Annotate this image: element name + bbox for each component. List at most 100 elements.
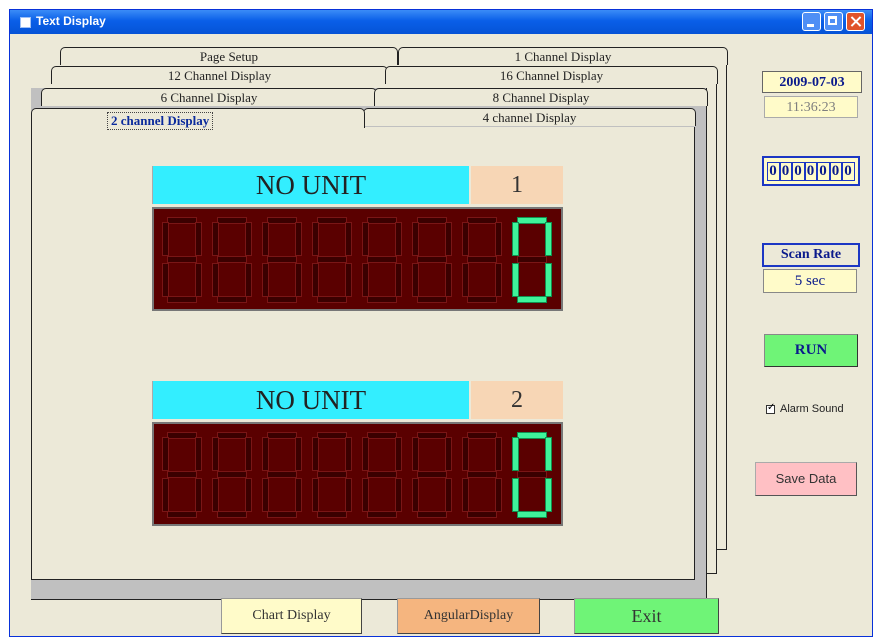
led-segment [495, 263, 502, 297]
led-segment [345, 222, 352, 256]
led-segment [517, 471, 547, 478]
led-segment [317, 256, 347, 263]
led-segment [395, 437, 402, 471]
chart-display-button[interactable]: Chart Display [221, 598, 362, 634]
led-segment [312, 478, 319, 512]
led-segment [167, 217, 197, 224]
led-segment [217, 511, 247, 518]
led-digit [512, 217, 552, 303]
led-segment [495, 222, 502, 256]
led-segment [212, 263, 219, 297]
alarm-sound-toggle[interactable]: Alarm Sound [766, 402, 844, 415]
led-segment [367, 511, 397, 518]
led-segment [212, 437, 219, 471]
led-segment [395, 222, 402, 256]
led-digit [362, 432, 402, 518]
led-segment [295, 437, 302, 471]
led-digit [312, 217, 352, 303]
led-segment [317, 471, 347, 478]
led-segment [262, 222, 269, 256]
led-segment [462, 478, 469, 512]
led-segment [162, 478, 169, 512]
led-segment [412, 263, 419, 297]
tab-12-channel-display[interactable]: 12 Channel Display [51, 66, 388, 84]
led-segment [212, 222, 219, 256]
exit-button[interactable]: Exit [574, 598, 719, 634]
channel-2-led-display [152, 422, 563, 526]
led-segment [367, 296, 397, 303]
led-segment [367, 256, 397, 263]
counter-digit: 0 [842, 161, 855, 181]
led-digit [412, 432, 452, 518]
led-segment [417, 256, 447, 263]
led-segment [362, 437, 369, 471]
led-segment [317, 511, 347, 518]
led-segment [362, 222, 369, 256]
led-segment [195, 222, 202, 256]
led-segment [195, 263, 202, 297]
close-button[interactable] [846, 12, 865, 31]
led-segment [217, 432, 247, 439]
led-segment [467, 432, 497, 439]
led-segment [517, 256, 547, 263]
counter-digit: 0 [829, 161, 843, 181]
scan-rate-value[interactable]: 5 sec [763, 269, 857, 293]
led-segment [467, 296, 497, 303]
led-segment [162, 437, 169, 471]
led-segment [295, 263, 302, 297]
tab-4-channel-display[interactable]: 4 channel Display [363, 108, 696, 126]
led-segment [167, 296, 197, 303]
led-segment [295, 222, 302, 256]
led-segment [245, 263, 252, 297]
sample-counter: 0000000 [762, 156, 860, 186]
led-segment [362, 478, 369, 512]
led-segment [267, 296, 297, 303]
angular-display-button[interactable]: AngularDisplay [397, 598, 540, 634]
led-segment [512, 478, 519, 512]
led-digit [212, 217, 252, 303]
led-segment [545, 437, 552, 471]
tab-page-setup[interactable]: Page Setup [60, 47, 398, 65]
maximize-button[interactable] [824, 12, 843, 31]
led-segment [267, 432, 297, 439]
led-segment [312, 437, 319, 471]
counter-digit: 0 [792, 161, 805, 181]
tab-1-channel-display[interactable]: 1 Channel Display [398, 47, 728, 65]
tab-16-channel-display[interactable]: 16 Channel Display [385, 66, 718, 84]
led-segment [345, 478, 352, 512]
tab-6-channel-display[interactable]: 6 Channel Display [41, 88, 377, 106]
led-segment [517, 296, 547, 303]
title-bar[interactable]: Text Display [10, 10, 872, 34]
led-segment [417, 511, 447, 518]
channel-2-unit: NO UNIT [152, 381, 469, 419]
led-segment [417, 471, 447, 478]
alarm-sound-label: Alarm Sound [780, 403, 844, 415]
led-segment [445, 437, 452, 471]
counter-digit: 0 [779, 161, 793, 181]
led-segment [512, 437, 519, 471]
counter-digit: 0 [767, 161, 780, 181]
led-segment [512, 222, 519, 256]
tab-8-channel-display[interactable]: 8 Channel Display [374, 88, 708, 106]
led-segment [267, 471, 297, 478]
led-segment [212, 478, 219, 512]
led-segment [495, 478, 502, 512]
alarm-sound-checkbox[interactable] [766, 402, 775, 414]
channel-1-number: 1 [471, 166, 563, 204]
led-segment [295, 478, 302, 512]
led-segment [317, 217, 347, 224]
led-segment [517, 432, 547, 439]
led-segment [195, 437, 202, 471]
minimize-button[interactable] [802, 12, 821, 31]
led-segment [545, 222, 552, 256]
date-display: 2009-07-03 [762, 71, 862, 93]
app-window: Text Display Page Setup 1 Channel Displa… [9, 9, 873, 637]
led-digit [162, 217, 202, 303]
led-segment [462, 263, 469, 297]
led-digit [212, 432, 252, 518]
led-segment [462, 222, 469, 256]
save-data-button[interactable]: Save Data [755, 462, 857, 496]
time-display: 11:36:23 [764, 96, 858, 118]
run-button[interactable]: RUN [764, 334, 858, 367]
led-segment [245, 478, 252, 512]
